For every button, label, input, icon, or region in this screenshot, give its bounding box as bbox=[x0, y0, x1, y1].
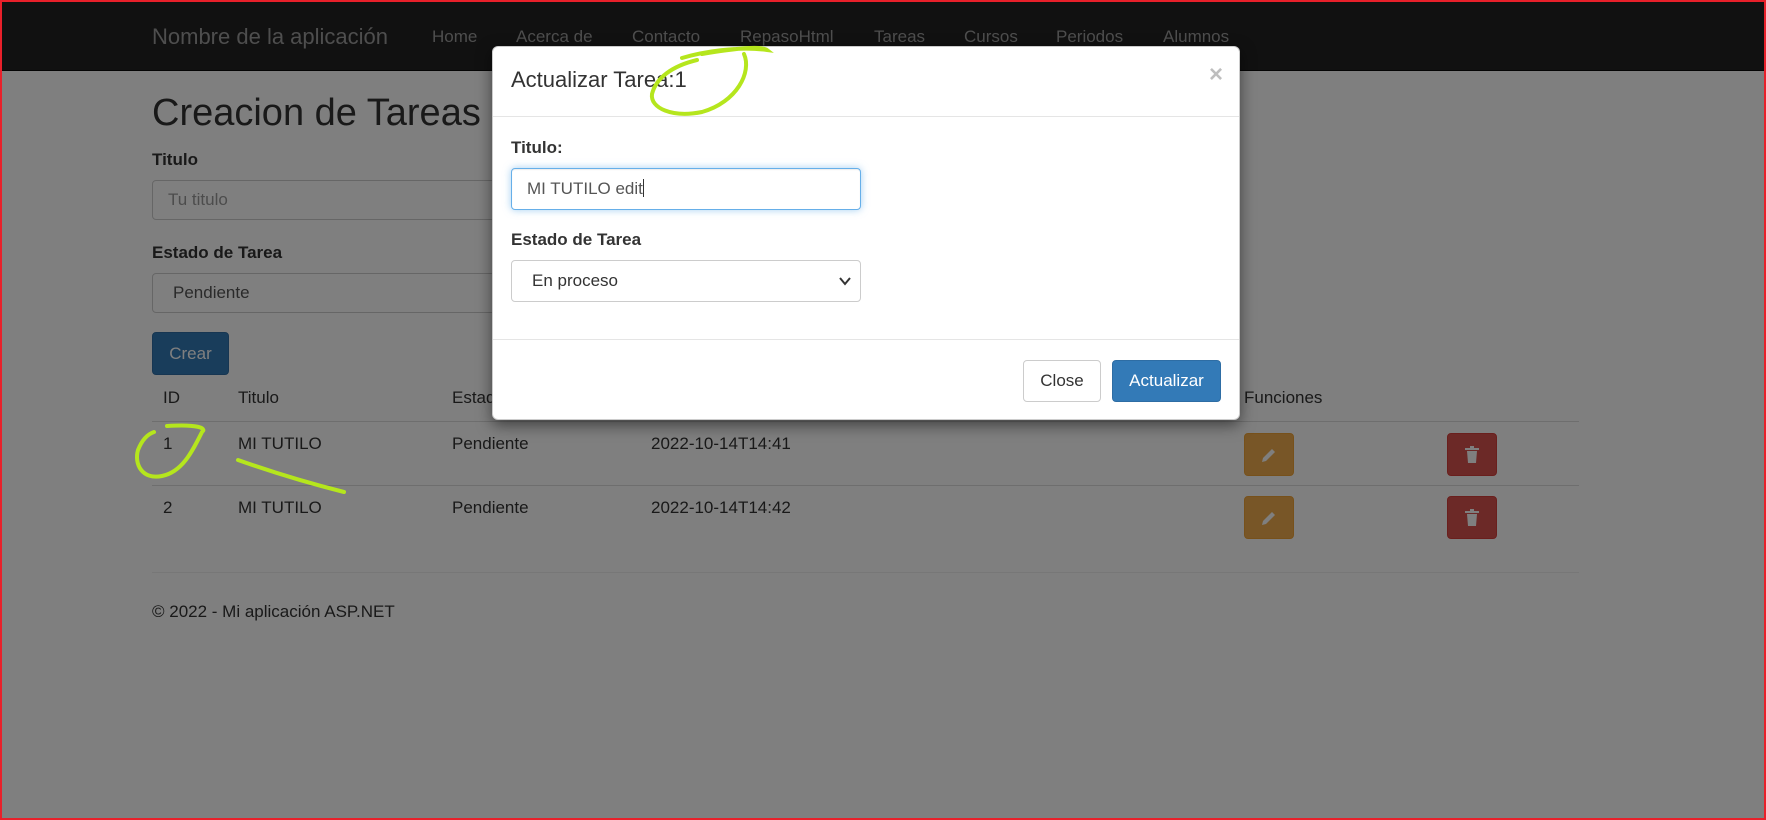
modal-titulo-value: MI TUTILO edit bbox=[527, 179, 643, 198]
modal-footer: Close Actualizar bbox=[493, 339, 1239, 421]
modal-title: Actualizar Tarea:1 bbox=[511, 67, 687, 92]
modal-header: Actualizar Tarea:1 × bbox=[493, 47, 1239, 117]
modal-titulo-label: Titulo: bbox=[511, 138, 563, 157]
update-task-modal: Actualizar Tarea:1 × Titulo: MI TUTILO e… bbox=[492, 46, 1240, 420]
modal-estado-value: En proceso bbox=[532, 271, 618, 290]
text-cursor bbox=[642, 179, 644, 197]
modal-titulo-input[interactable]: MI TUTILO edit bbox=[511, 168, 861, 210]
close-button[interactable]: Close bbox=[1023, 360, 1101, 402]
chevron-down-icon bbox=[839, 277, 851, 286]
modal-estado-label: Estado de Tarea bbox=[511, 230, 642, 249]
actualizar-button[interactable]: Actualizar bbox=[1112, 360, 1221, 402]
modal-estado-select[interactable]: En proceso bbox=[511, 260, 861, 302]
screenshot-frame: Nombre de la aplicación Home Acerca de C… bbox=[0, 0, 1766, 820]
modal-close-icon[interactable]: × bbox=[1209, 61, 1223, 89]
